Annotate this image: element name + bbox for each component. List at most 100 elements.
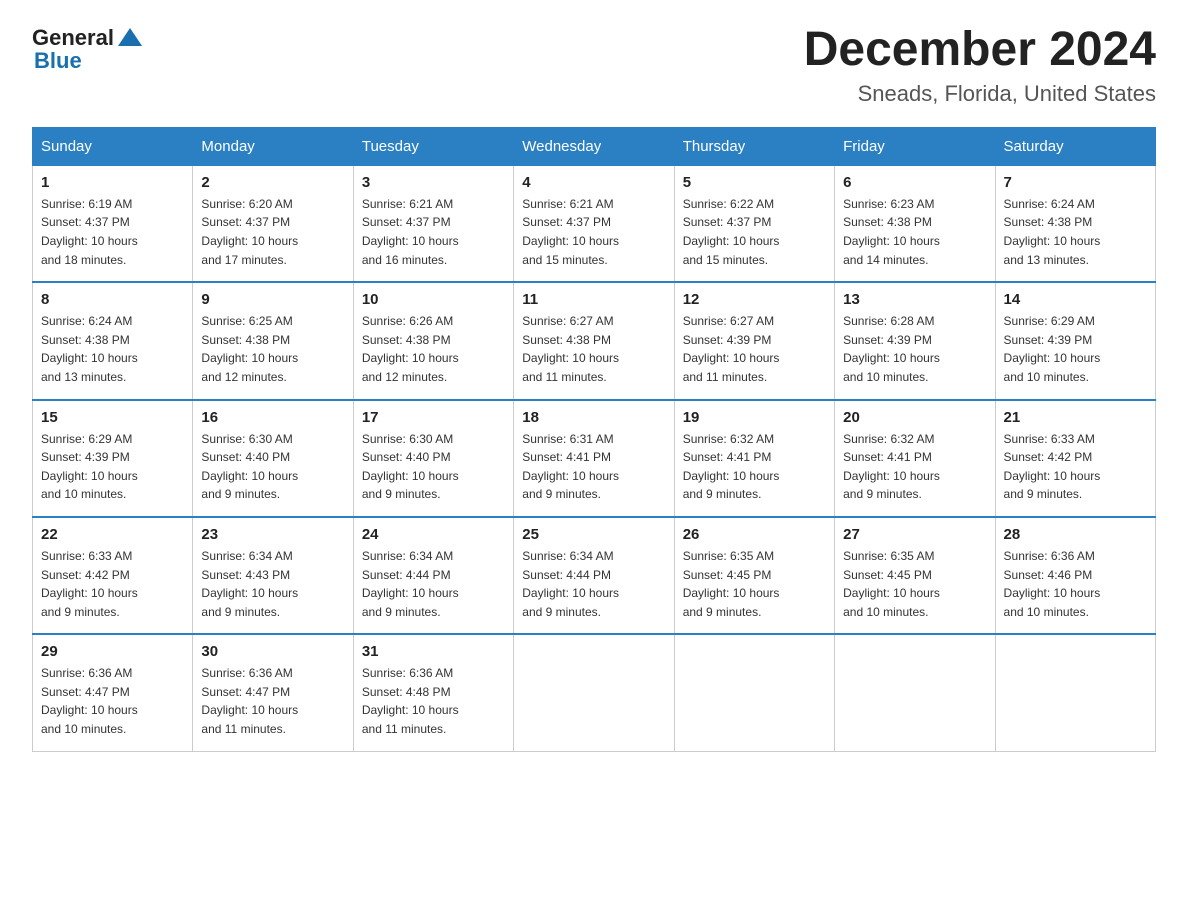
day-info: Sunrise: 6:34 AMSunset: 4:44 PMDaylight:… [522,549,619,619]
calendar-cell: 21 Sunrise: 6:33 AMSunset: 4:42 PMDaylig… [995,400,1155,517]
calendar-cell: 6 Sunrise: 6:23 AMSunset: 4:38 PMDayligh… [835,165,995,282]
calendar-cell: 29 Sunrise: 6:36 AMSunset: 4:47 PMDaylig… [33,634,193,751]
day-number: 15 [41,409,184,426]
day-number: 31 [362,643,505,660]
day-number: 6 [843,174,986,191]
calendar-cell: 2 Sunrise: 6:20 AMSunset: 4:37 PMDayligh… [193,165,353,282]
day-info: Sunrise: 6:23 AMSunset: 4:38 PMDaylight:… [843,197,940,267]
day-number: 3 [362,174,505,191]
calendar-week-2: 8 Sunrise: 6:24 AMSunset: 4:38 PMDayligh… [33,282,1156,399]
header-thursday: Thursday [674,127,834,165]
calendar-body: 1 Sunrise: 6:19 AMSunset: 4:37 PMDayligh… [33,165,1156,751]
day-info: Sunrise: 6:27 AMSunset: 4:39 PMDaylight:… [683,314,780,384]
calendar-cell: 24 Sunrise: 6:34 AMSunset: 4:44 PMDaylig… [353,517,513,634]
calendar-cell: 31 Sunrise: 6:36 AMSunset: 4:48 PMDaylig… [353,634,513,751]
day-number: 30 [201,643,344,660]
header-sunday: Sunday [33,127,193,165]
day-info: Sunrise: 6:29 AMSunset: 4:39 PMDaylight:… [1004,314,1101,384]
day-info: Sunrise: 6:33 AMSunset: 4:42 PMDaylight:… [41,549,138,619]
calendar-cell: 10 Sunrise: 6:26 AMSunset: 4:38 PMDaylig… [353,282,513,399]
calendar-cell: 15 Sunrise: 6:29 AMSunset: 4:39 PMDaylig… [33,400,193,517]
calendar-cell: 17 Sunrise: 6:30 AMSunset: 4:40 PMDaylig… [353,400,513,517]
day-number: 26 [683,526,826,543]
day-info: Sunrise: 6:30 AMSunset: 4:40 PMDaylight:… [201,432,298,502]
day-number: 23 [201,526,344,543]
calendar-cell: 7 Sunrise: 6:24 AMSunset: 4:38 PMDayligh… [995,165,1155,282]
day-number: 19 [683,409,826,426]
day-info: Sunrise: 6:34 AMSunset: 4:43 PMDaylight:… [201,549,298,619]
day-number: 17 [362,409,505,426]
calendar-header: Sunday Monday Tuesday Wednesday Thursday… [33,127,1156,165]
day-info: Sunrise: 6:30 AMSunset: 4:40 PMDaylight:… [362,432,459,502]
calendar-cell: 8 Sunrise: 6:24 AMSunset: 4:38 PMDayligh… [33,282,193,399]
day-info: Sunrise: 6:21 AMSunset: 4:37 PMDaylight:… [522,197,619,267]
day-number: 29 [41,643,184,660]
header-monday: Monday [193,127,353,165]
calendar-cell [835,634,995,751]
day-info: Sunrise: 6:28 AMSunset: 4:39 PMDaylight:… [843,314,940,384]
day-info: Sunrise: 6:21 AMSunset: 4:37 PMDaylight:… [362,197,459,267]
day-info: Sunrise: 6:20 AMSunset: 4:37 PMDaylight:… [201,197,298,267]
calendar-cell: 23 Sunrise: 6:34 AMSunset: 4:43 PMDaylig… [193,517,353,634]
day-info: Sunrise: 6:22 AMSunset: 4:37 PMDaylight:… [683,197,780,267]
day-number: 16 [201,409,344,426]
day-number: 14 [1004,291,1147,308]
day-info: Sunrise: 6:32 AMSunset: 4:41 PMDaylight:… [683,432,780,502]
calendar-table: Sunday Monday Tuesday Wednesday Thursday… [32,127,1156,752]
day-number: 21 [1004,409,1147,426]
calendar-cell: 1 Sunrise: 6:19 AMSunset: 4:37 PMDayligh… [33,165,193,282]
day-info: Sunrise: 6:26 AMSunset: 4:38 PMDaylight:… [362,314,459,384]
calendar-cell: 14 Sunrise: 6:29 AMSunset: 4:39 PMDaylig… [995,282,1155,399]
title-block: December 2024 Sneads, Florida, United St… [804,24,1156,107]
day-info: Sunrise: 6:31 AMSunset: 4:41 PMDaylight:… [522,432,619,502]
calendar-cell: 28 Sunrise: 6:36 AMSunset: 4:46 PMDaylig… [995,517,1155,634]
calendar-cell: 20 Sunrise: 6:32 AMSunset: 4:41 PMDaylig… [835,400,995,517]
calendar-cell [674,634,834,751]
calendar-week-5: 29 Sunrise: 6:36 AMSunset: 4:47 PMDaylig… [33,634,1156,751]
day-number: 22 [41,526,184,543]
day-number: 4 [522,174,665,191]
day-number: 27 [843,526,986,543]
day-number: 2 [201,174,344,191]
day-number: 1 [41,174,184,191]
day-number: 20 [843,409,986,426]
day-info: Sunrise: 6:24 AMSunset: 4:38 PMDaylight:… [41,314,138,384]
calendar-cell: 18 Sunrise: 6:31 AMSunset: 4:41 PMDaylig… [514,400,674,517]
calendar-cell: 12 Sunrise: 6:27 AMSunset: 4:39 PMDaylig… [674,282,834,399]
day-number: 28 [1004,526,1147,543]
day-number: 24 [362,526,505,543]
calendar-week-3: 15 Sunrise: 6:29 AMSunset: 4:39 PMDaylig… [33,400,1156,517]
header-friday: Friday [835,127,995,165]
header-tuesday: Tuesday [353,127,513,165]
calendar-cell: 30 Sunrise: 6:36 AMSunset: 4:47 PMDaylig… [193,634,353,751]
day-number: 7 [1004,174,1147,191]
day-info: Sunrise: 6:36 AMSunset: 4:47 PMDaylight:… [41,666,138,736]
day-number: 10 [362,291,505,308]
day-info: Sunrise: 6:35 AMSunset: 4:45 PMDaylight:… [843,549,940,619]
page-header: General Blue December 2024 Sneads, Flori… [32,24,1156,107]
calendar-cell: 5 Sunrise: 6:22 AMSunset: 4:37 PMDayligh… [674,165,834,282]
calendar-week-4: 22 Sunrise: 6:33 AMSunset: 4:42 PMDaylig… [33,517,1156,634]
day-info: Sunrise: 6:19 AMSunset: 4:37 PMDaylight:… [41,197,138,267]
calendar-cell: 26 Sunrise: 6:35 AMSunset: 4:45 PMDaylig… [674,517,834,634]
day-number: 12 [683,291,826,308]
location-title: Sneads, Florida, United States [804,81,1156,107]
calendar-cell: 11 Sunrise: 6:27 AMSunset: 4:38 PMDaylig… [514,282,674,399]
day-number: 8 [41,291,184,308]
logo-blue: Blue [34,48,82,74]
header-wednesday: Wednesday [514,127,674,165]
calendar-cell [995,634,1155,751]
calendar-cell: 16 Sunrise: 6:30 AMSunset: 4:40 PMDaylig… [193,400,353,517]
day-info: Sunrise: 6:29 AMSunset: 4:39 PMDaylight:… [41,432,138,502]
day-number: 25 [522,526,665,543]
day-number: 13 [843,291,986,308]
calendar-cell: 27 Sunrise: 6:35 AMSunset: 4:45 PMDaylig… [835,517,995,634]
day-info: Sunrise: 6:35 AMSunset: 4:45 PMDaylight:… [683,549,780,619]
calendar-cell: 22 Sunrise: 6:33 AMSunset: 4:42 PMDaylig… [33,517,193,634]
day-info: Sunrise: 6:32 AMSunset: 4:41 PMDaylight:… [843,432,940,502]
day-number: 18 [522,409,665,426]
logo: General Blue [32,24,144,74]
logo-icon [116,24,144,52]
calendar-cell: 9 Sunrise: 6:25 AMSunset: 4:38 PMDayligh… [193,282,353,399]
calendar-cell [514,634,674,751]
